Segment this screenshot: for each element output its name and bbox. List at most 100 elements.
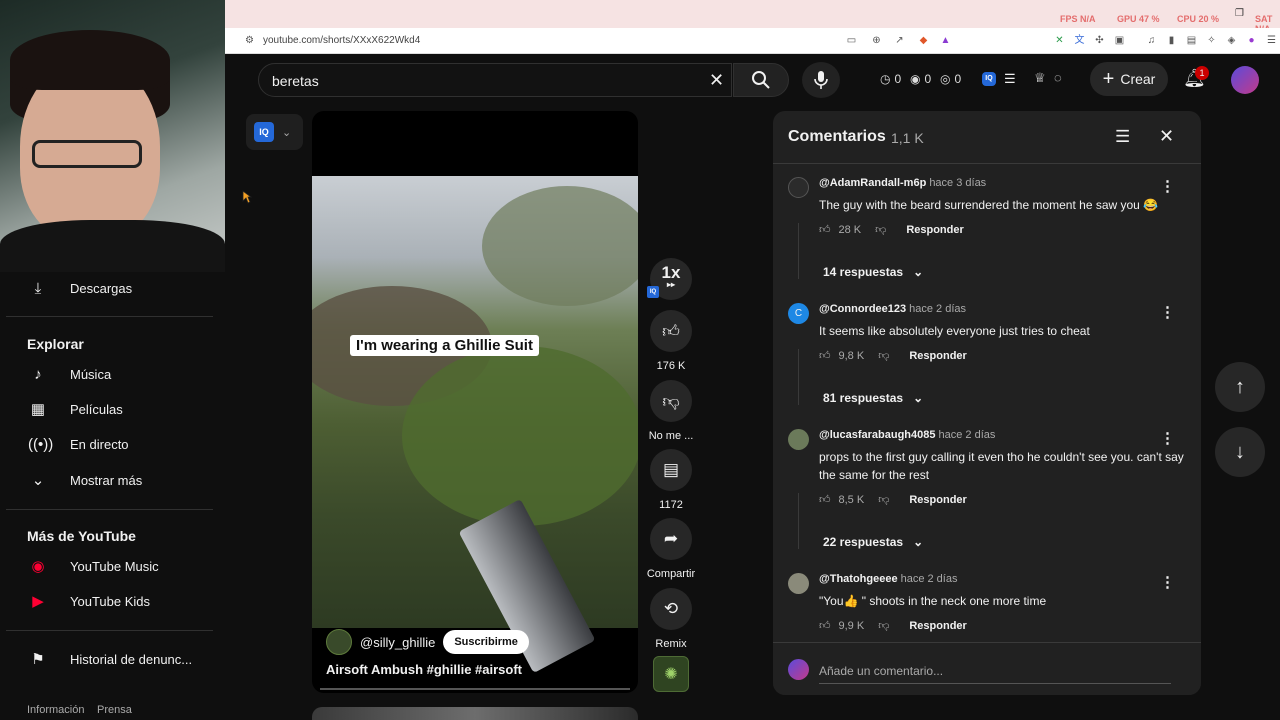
chat-icon[interactable]: ◌ [1054,70,1062,85]
profile-icon[interactable]: ● [1245,34,1258,47]
gpu-readout: GPU 47 % [1117,14,1160,24]
remix-action[interactable]: ⟲ Remix [650,588,692,650]
add-comment-bar: Añade un comentario... [773,642,1201,695]
more-options-icon[interactable]: ⋮ [1160,303,1175,321]
voice-search-button[interactable] [802,62,840,98]
thumbs-up-icon[interactable]: 👍︎ [819,349,831,362]
reply-button[interactable]: Responder [906,224,963,236]
comment-author[interactable]: @Connordee123 hace 2 días [819,303,966,315]
next-short-preview[interactable] [312,707,638,720]
brave-shield-icon[interactable]: ◆ [917,34,930,47]
thumbs-down-icon[interactable]: 👎︎ [878,349,889,362]
add-comment-input[interactable]: Añade un comentario... [819,664,1171,684]
sort-icon[interactable]: ☰ [1115,127,1130,147]
dislike-action[interactable]: 👎︎ No me ... [649,380,693,442]
previous-short-button[interactable]: ↑ [1215,362,1265,412]
menu-icon[interactable]: ☰ [1265,34,1278,47]
reply-button[interactable]: Responder [909,620,966,632]
iq-extension-icon[interactable]: IQ [982,72,996,86]
comment-author[interactable]: @Thatohgeeee hace 2 días [819,573,957,585]
comment-avatar[interactable]: C [788,303,809,324]
comment-avatar[interactable] [788,177,809,198]
sidebar-item-youtube-music[interactable]: ◉ YouTube Music [6,548,213,584]
sidebar-divider [6,509,213,510]
extensions-icon[interactable]: ✣ [1093,34,1106,47]
playback-progress-bar[interactable] [320,688,630,690]
subscribe-button[interactable]: Suscribirme [443,630,529,654]
sidebar-item-live[interactable]: ((•)) En directo [6,426,213,462]
media-icon[interactable]: ♫ [1145,34,1158,47]
comment-avatar[interactable] [788,573,809,594]
share-page-icon[interactable]: ↗ [893,34,906,47]
comment-avatar[interactable] [788,429,809,450]
account-avatar[interactable] [1231,66,1259,94]
more-options-icon[interactable]: ⋮ [1160,573,1175,591]
more-options-icon[interactable]: ⋮ [1160,429,1175,447]
replies-toggle[interactable]: 22 respuestas ⌄ [823,535,923,549]
sidebar-item-movies[interactable]: ▦ Películas [6,391,213,427]
comment-author[interactable]: @lucasfarabaugh4085 hace 2 días [819,429,995,441]
shorts-player[interactable]: I'm wearing a Ghillie Suit @silly_ghilli… [312,111,638,693]
remix-icon[interactable]: ⟲ [650,588,692,630]
more-options-icon[interactable]: ⋮ [1160,177,1175,195]
like-action[interactable]: 👍︎ 176 K [650,310,692,372]
sidebar-item-show-more[interactable]: ⌄ Mostrar más [6,462,213,498]
translate-icon[interactable]: 文 [1073,34,1086,47]
channel-name[interactable]: @silly_ghillie [360,635,435,650]
thumbs-up-icon[interactable]: 👍︎ [819,619,831,632]
search-input[interactable]: beretas [272,73,319,89]
comment-icon[interactable]: ▤ [650,449,692,491]
comments-action[interactable]: ▤ 1172 [650,449,692,511]
reply-button[interactable]: Responder [909,494,966,506]
thumbs-down-icon[interactable]: 👎︎ [878,493,889,506]
fast-forward-icon: ▸▸ [666,280,676,289]
reply-button[interactable]: Responder [909,350,966,362]
address-bar[interactable]: ⚙ youtube.com/shorts/XXxX622Wkd4 ▭ ⊕ ↗ ◆… [225,28,1280,54]
trophy-icon[interactable]: ♕ [1034,70,1046,86]
comment-time: hace 2 días [900,573,958,585]
footer-link-info[interactable]: Información [27,704,84,716]
video-frame[interactable] [312,176,638,674]
live-broadcast-icon: ((•)) [28,435,54,453]
hashtag-links[interactable]: #ghillie #airsoft [427,662,522,677]
leo-icon[interactable]: ✧ [1205,34,1218,47]
search-button[interactable] [733,63,789,97]
install-icon[interactable]: ▭ [845,34,858,47]
rewards-icon[interactable]: ▲ [939,34,952,47]
close-icon[interactable]: ✕ [1159,126,1174,147]
thumbs-up-icon[interactable]: 👍︎ [650,310,692,352]
url-text[interactable]: youtube.com/shorts/XXxX622Wkd4 [263,35,420,46]
thumbs-up-icon[interactable]: 👍︎ [819,223,831,236]
extension-x-icon[interactable]: ✕ [1053,34,1066,47]
list-icon[interactable]: ☰ [1004,71,1016,87]
share-action[interactable]: ➦ Compartir [647,518,695,580]
sidebar-item-report-history[interactable]: ⚑ Historial de denunc... [6,641,213,677]
thumbs-down-icon[interactable]: 👎︎ [650,380,692,422]
search-box[interactable]: beretas ✕ [258,63,732,97]
next-short-button[interactable]: ↓ [1215,427,1265,477]
create-button[interactable]: + Crear [1090,62,1168,96]
vpn-icon[interactable]: ◈ [1225,34,1238,47]
sidebar-item-youtube-kids[interactable]: ▶ YouTube Kids [6,583,213,619]
sidebar-item-downloads[interactable]: ⤓ Descargas [6,270,213,306]
sidebar-item-music[interactable]: ♪ Música [6,356,213,392]
clear-search-icon[interactable]: ✕ [709,70,724,91]
replies-toggle[interactable]: 14 respuestas ⌄ [823,265,923,279]
sidebar-toggle-icon[interactable]: ▮ [1165,34,1178,47]
sound-thumbnail[interactable]: ✺ [653,656,689,692]
search-icon [752,71,770,89]
comment-author[interactable]: @AdamRandall-m6p hace 3 días [819,177,986,189]
camera-icon[interactable]: ▣ [1113,34,1126,47]
thumbs-down-icon[interactable]: 👎︎ [875,223,886,236]
channel-avatar[interactable] [326,629,352,655]
iq-dropdown[interactable]: IQ ⌄ [246,114,303,150]
thumbs-up-icon[interactable]: 👍︎ [819,493,831,506]
wallet-icon[interactable]: ▤ [1185,34,1198,47]
share-arrow-icon[interactable]: ➦ [650,518,692,560]
footer-link-press[interactable]: Prensa [97,704,132,716]
zoom-icon[interactable]: ⊕ [870,34,883,47]
thumbs-down-icon[interactable]: 👎︎ [878,619,889,632]
site-settings-icon[interactable]: ⚙ [243,34,256,47]
replies-toggle[interactable]: 81 respuestas ⌄ [823,391,923,405]
restore-window-icon[interactable]: ❐ [1235,8,1244,19]
